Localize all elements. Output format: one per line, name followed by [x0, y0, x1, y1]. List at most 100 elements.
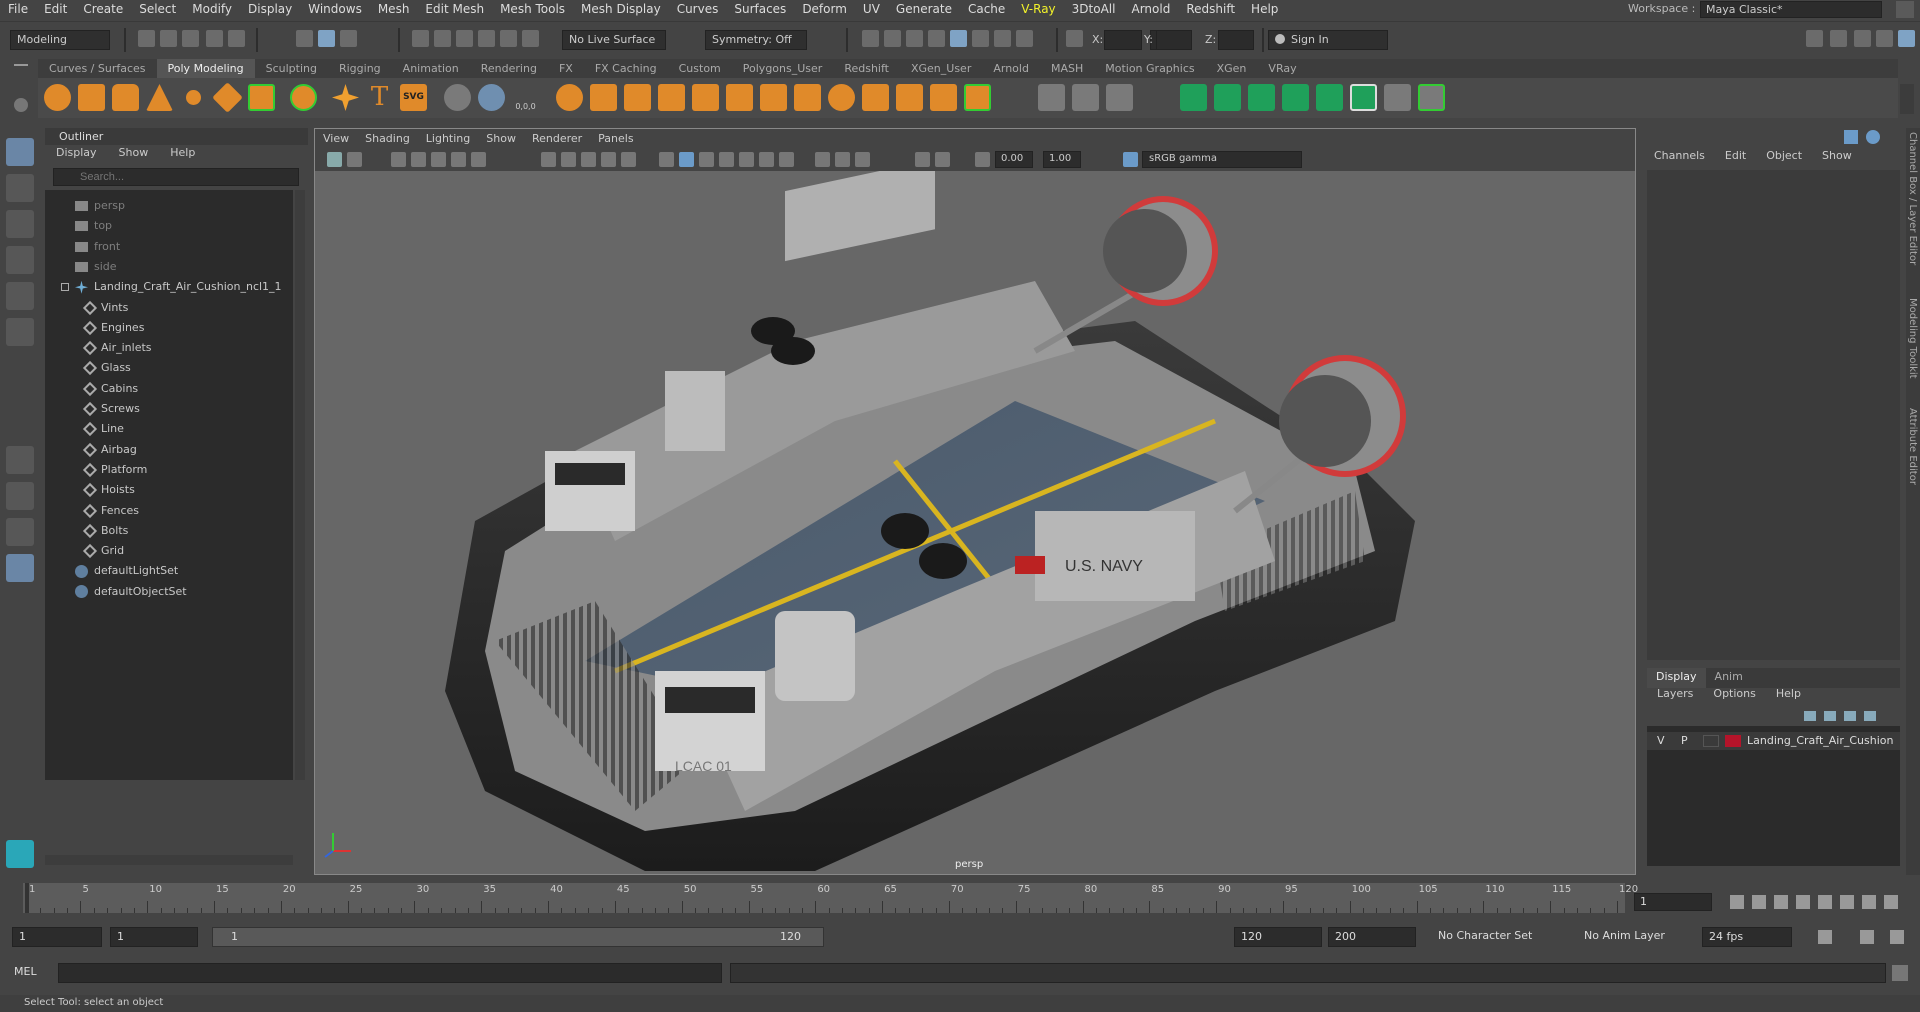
render-frame-icon[interactable]: [884, 30, 901, 47]
outliner-item-air-inlets[interactable]: Air_inlets: [82, 338, 152, 358]
outliner-item-top[interactable]: top: [75, 216, 112, 236]
extrude-icon[interactable]: [760, 84, 787, 111]
outliner-item-screws[interactable]: Screws: [82, 399, 140, 419]
loop-icon[interactable]: [1818, 930, 1832, 944]
snap-surface-icon[interactable]: [500, 30, 517, 47]
field-chart-icon[interactable]: [561, 152, 576, 167]
reduce-icon[interactable]: [692, 84, 719, 111]
transform-mode-icon[interactable]: [1066, 30, 1083, 47]
single-view-icon[interactable]: [6, 446, 34, 474]
layer-menu-layers[interactable]: Layers: [1647, 686, 1703, 704]
fill-hole-icon[interactable]: [862, 84, 889, 111]
edge-loop-icon[interactable]: [1072, 84, 1099, 111]
layer-color-swatch[interactable]: [1725, 735, 1741, 747]
viewport-menu-show[interactable]: Show: [478, 129, 524, 149]
outliner-menu-display[interactable]: Display: [45, 145, 108, 163]
workspace-select[interactable]: Maya Classic*: [1700, 1, 1882, 18]
anim-prefs-icon[interactable]: [1890, 930, 1904, 944]
xray-icon[interactable]: [835, 152, 850, 167]
extract-icon[interactable]: [590, 84, 617, 111]
two-view-icon[interactable]: [6, 518, 34, 546]
menu-deform[interactable]: Deform: [794, 0, 855, 18]
exposure-field[interactable]: 0.00: [995, 151, 1033, 168]
safe-title-icon[interactable]: [601, 152, 616, 167]
render-view-icon[interactable]: [862, 30, 879, 47]
sign-in-button[interactable]: Sign In: [1268, 30, 1388, 50]
textured-icon[interactable]: [679, 152, 694, 167]
side-tab-attribute-editor[interactable]: Attribute Editor: [1907, 408, 1918, 485]
viewport-menu-view[interactable]: View: [315, 129, 357, 149]
shelf-tab-polygons-user[interactable]: Polygons_User: [732, 59, 834, 78]
expand-toggle-icon[interactable]: [61, 283, 69, 292]
symmetry-select[interactable]: Symmetry: Off: [705, 30, 807, 50]
anim-layer-select[interactable]: No Anim Layer: [1578, 927, 1688, 947]
menu-redshift[interactable]: Redshift: [1178, 0, 1243, 18]
merge-icon[interactable]: [930, 84, 957, 111]
mel-input[interactable]: [58, 963, 722, 983]
select-component-icon[interactable]: [340, 30, 357, 47]
shelf-tab-motion-graphics[interactable]: Motion Graphics: [1094, 59, 1205, 78]
render-setup-icon[interactable]: [972, 30, 989, 47]
poly-plane-icon[interactable]: [212, 82, 243, 113]
lasso-tool-icon[interactable]: [6, 174, 34, 202]
character-set-select[interactable]: No Character Set: [1432, 927, 1562, 947]
outliner-item-bolts[interactable]: Bolts: [82, 521, 128, 541]
poly-cone-icon[interactable]: [146, 84, 173, 111]
outliner-item-grid[interactable]: Grid: [82, 541, 124, 561]
shelf-tab-arnold[interactable]: Arnold: [982, 59, 1040, 78]
outliner-item-side[interactable]: side: [75, 257, 117, 277]
outliner-item-defaultobjectset[interactable]: defaultObjectSet: [75, 582, 187, 602]
viewport-menu-renderer[interactable]: Renderer: [524, 129, 590, 149]
select-object-icon[interactable]: [318, 30, 335, 47]
exposure-icon[interactable]: [975, 152, 990, 167]
ambient-occlusion-icon[interactable]: [739, 152, 754, 167]
shelf-tab-vray[interactable]: VRay: [1257, 59, 1307, 78]
layer-editor-toggle-icon[interactable]: [1898, 30, 1915, 47]
outliner-item-airbag[interactable]: Airbag: [82, 440, 137, 460]
layer-tab-display[interactable]: Display: [1647, 668, 1706, 688]
shelf-tab-animation[interactable]: Animation: [392, 59, 470, 78]
rotate-tool-icon[interactable]: [6, 282, 34, 310]
undo-icon[interactable]: [206, 30, 223, 47]
planar-map-icon[interactable]: [1214, 84, 1241, 111]
outliner-search-input[interactable]: [53, 168, 299, 186]
layer-tab-anim[interactable]: Anim: [1706, 668, 1752, 688]
snap-point-icon[interactable]: [456, 30, 473, 47]
type-tool-icon[interactable]: T: [366, 84, 393, 111]
animation-end-field[interactable]: 200: [1328, 927, 1416, 947]
channel-menu-object[interactable]: Object: [1756, 148, 1812, 166]
ipr-render-icon[interactable]: [906, 30, 923, 47]
svg-tool-icon[interactable]: SVG: [400, 84, 427, 111]
snap-grid-icon[interactable]: [412, 30, 429, 47]
shelf-tab-xgen-user[interactable]: XGen_User: [900, 59, 982, 78]
poly-cylinder-icon[interactable]: [112, 84, 139, 111]
timeline-ruler[interactable]: 1 5 10 15 20 25 30 35 40 45 50 55 60 65 70 75 80 85 90 95 10…: [23, 883, 1638, 913]
menu-edit-mesh[interactable]: Edit Mesh: [417, 0, 492, 18]
live-surface-field[interactable]: No Live Surface: [562, 30, 666, 50]
go-to-start-icon[interactable]: [1730, 895, 1744, 909]
move-layer-down-icon[interactable]: [1824, 711, 1836, 721]
measure-tool-icon[interactable]: [444, 84, 471, 111]
menu-display[interactable]: Display: [240, 0, 300, 18]
backface-icon[interactable]: [915, 152, 930, 167]
outliner-item-fences[interactable]: Fences: [82, 501, 139, 521]
platonic-solid-icon[interactable]: [290, 84, 317, 111]
menu-cache[interactable]: Cache: [960, 0, 1013, 18]
shelf-tab-poly-modeling[interactable]: Poly Modeling: [156, 59, 255, 78]
outliner-item-glass[interactable]: Glass: [82, 358, 131, 378]
new-layer-selected-icon[interactable]: [1864, 711, 1876, 721]
channel-box-toggle-icon[interactable]: [1844, 130, 1858, 144]
new-scene-icon[interactable]: [138, 30, 155, 47]
color-management-icon[interactable]: [1123, 152, 1138, 167]
x-field[interactable]: [1104, 30, 1142, 50]
shelf-menu-icon[interactable]: [14, 64, 28, 66]
outliner-item-persp[interactable]: persp: [75, 196, 125, 216]
smooth-shade-icon[interactable]: [659, 152, 674, 167]
animation-start-field[interactable]: 1: [12, 927, 102, 947]
poly-torus-icon[interactable]: [180, 84, 207, 111]
menu-create[interactable]: Create: [75, 0, 131, 18]
shelf-tab-redshift[interactable]: Redshift: [833, 59, 900, 78]
menu-modify[interactable]: Modify: [184, 0, 240, 18]
super-shape-icon[interactable]: [332, 84, 359, 111]
z-field[interactable]: [1218, 30, 1254, 50]
